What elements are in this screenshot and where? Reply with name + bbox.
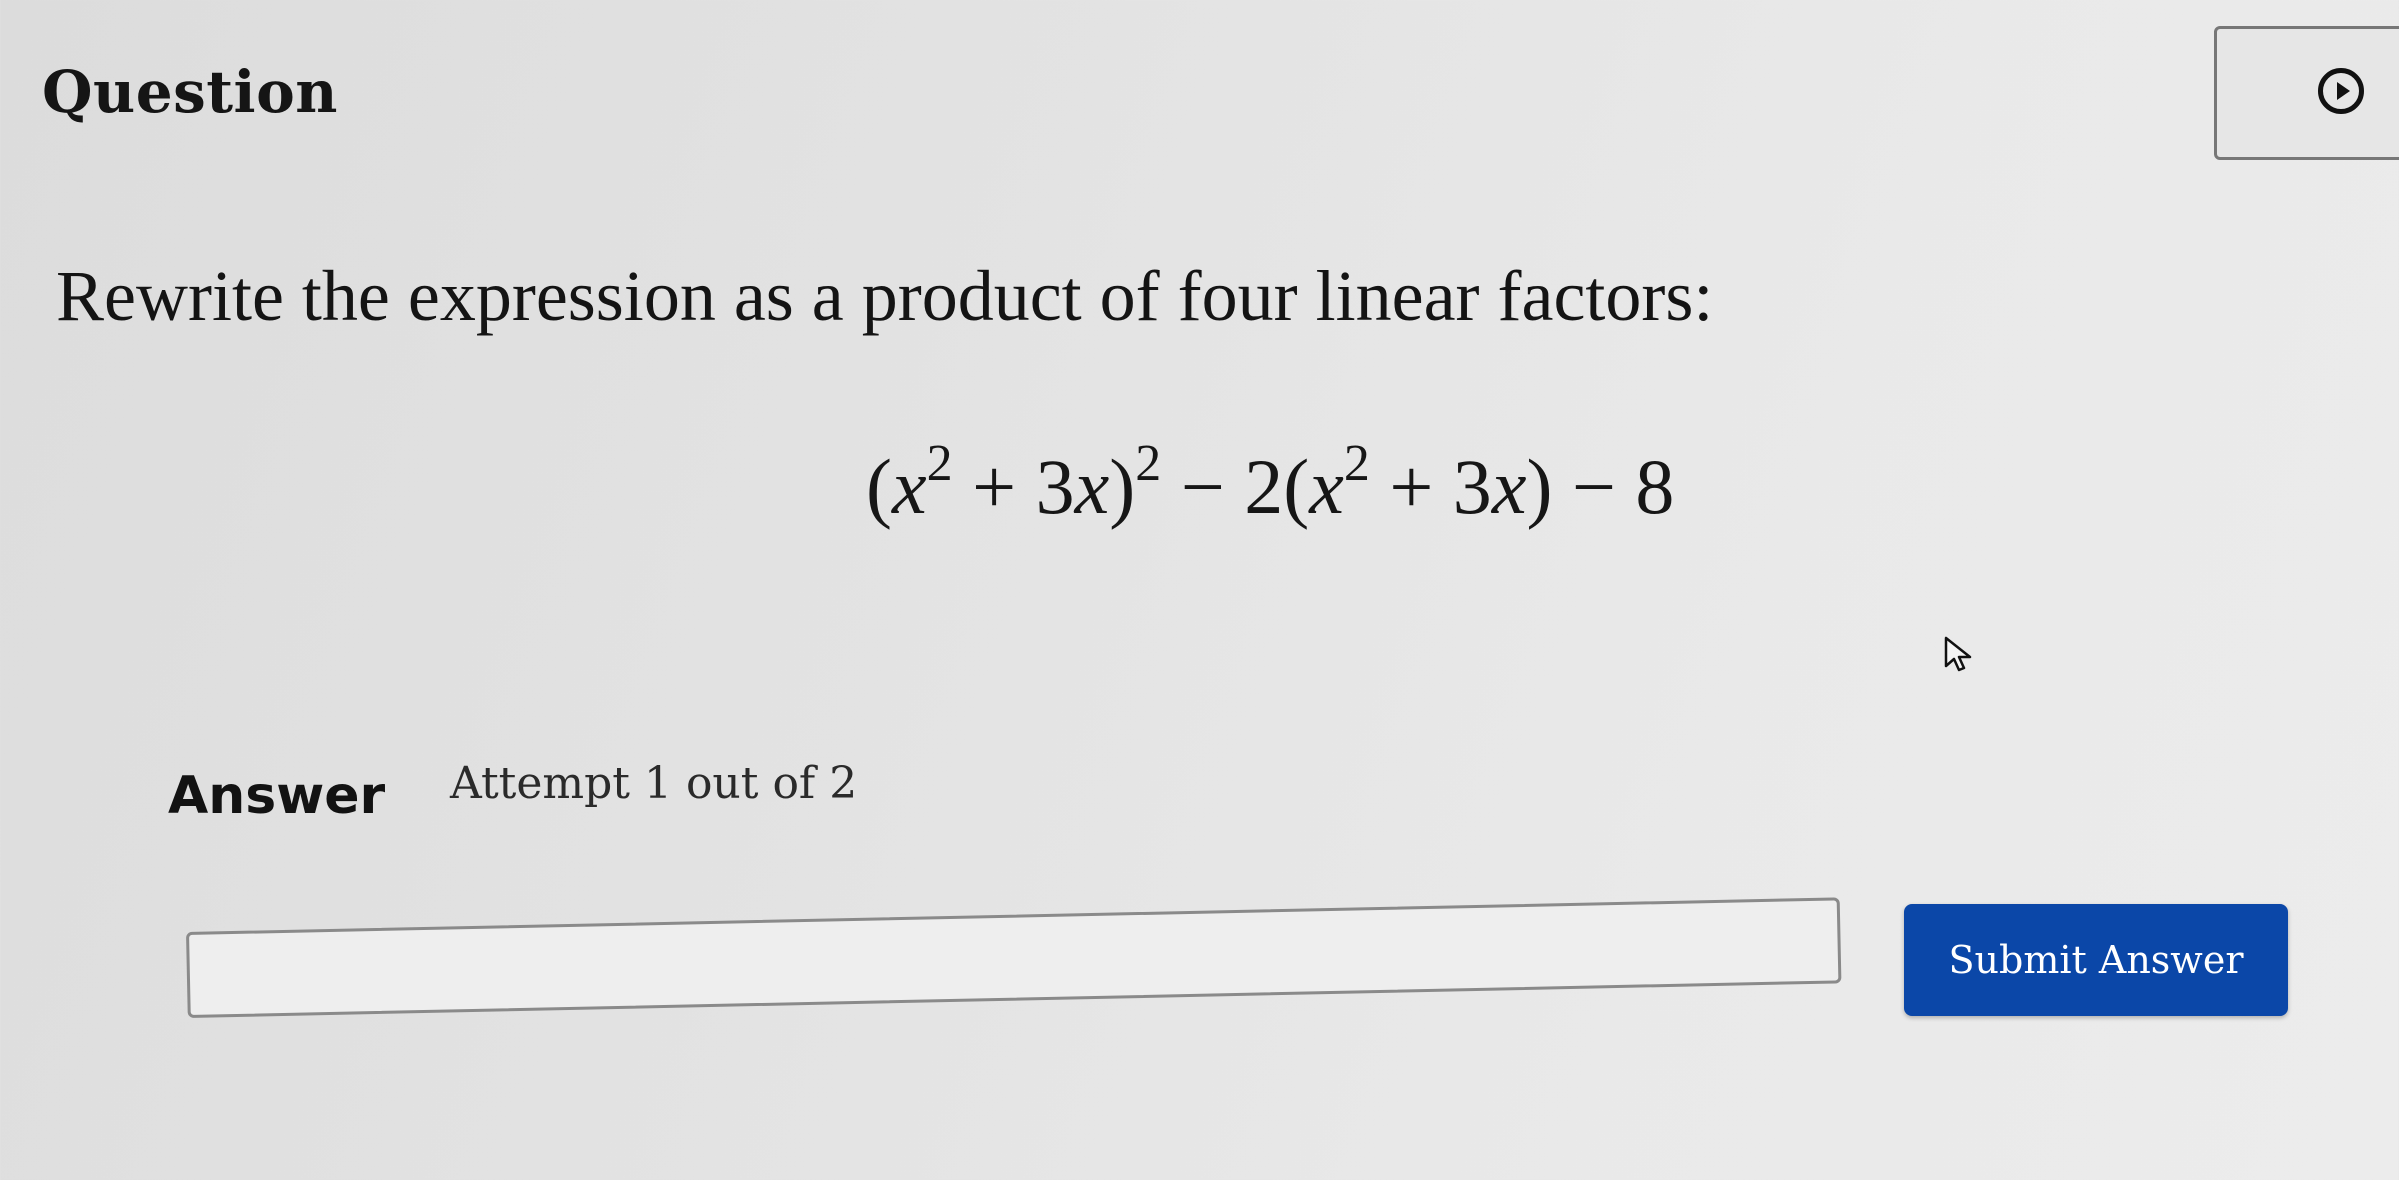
- answer-label: Answer: [168, 766, 386, 826]
- arrow-cursor-icon: [1944, 636, 1972, 672]
- answer-input[interactable]: [186, 897, 1842, 1018]
- expr-open-paren: (: [866, 443, 892, 530]
- math-expression: (x2 + 3x)2 − 2(x2 + 3x) − 8: [866, 435, 1675, 532]
- expr-var: x: [1074, 443, 1110, 530]
- play-circle-icon[interactable]: [2318, 68, 2364, 114]
- expr-close-paren: ): [1109, 443, 1136, 530]
- expr-var: x: [891, 443, 927, 530]
- page-title: Question: [42, 58, 338, 126]
- expr-exponent: 2: [1343, 435, 1370, 492]
- question-prompt: Rewrite the expression as a product of f…: [56, 256, 1714, 336]
- attempt-counter: Attempt 1 out of 2: [450, 758, 858, 809]
- expr-exponent: 2: [926, 435, 953, 492]
- expr-tail: ) − 8: [1526, 443, 1675, 530]
- expr-var: x: [1491, 443, 1527, 530]
- expr-term: − 2(: [1161, 443, 1310, 530]
- expr-term: + 3: [952, 443, 1075, 530]
- submit-answer-button[interactable]: Submit Answer: [1904, 904, 2288, 1016]
- expr-exponent: 2: [1135, 435, 1162, 492]
- expr-var: x: [1309, 443, 1344, 530]
- video-button[interactable]: [2214, 26, 2399, 160]
- expr-term: + 3: [1369, 443, 1492, 530]
